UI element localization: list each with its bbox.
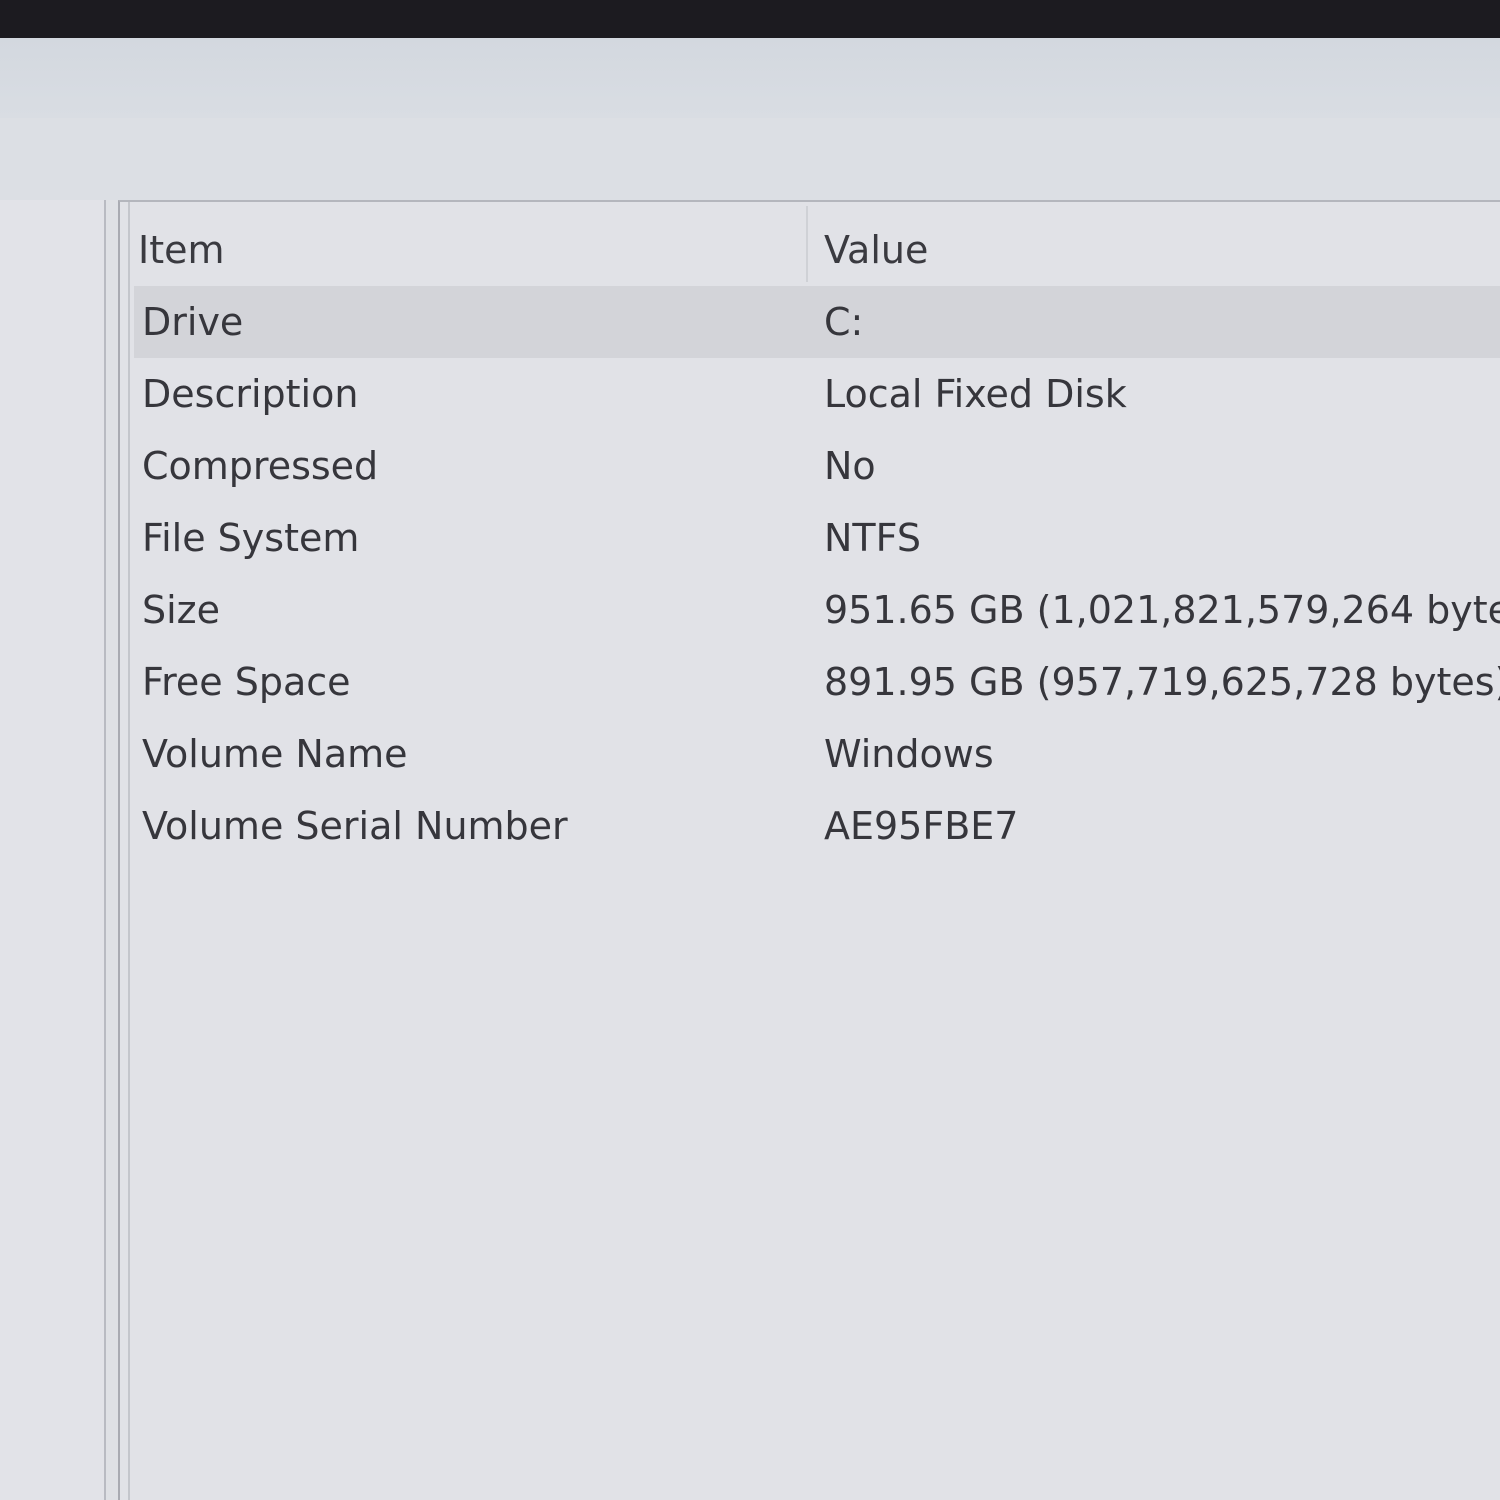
list-row-description[interactable]: Description Local Fixed Disk: [134, 358, 1500, 430]
row-item-label: Compressed: [142, 444, 379, 488]
row-item-label: Size: [142, 588, 221, 632]
pane-inner-border: [128, 202, 130, 1500]
list-row-file-system[interactable]: File System NTFS: [134, 502, 1500, 574]
column-header-item[interactable]: Item: [138, 228, 225, 272]
row-item-label: Volume Serial Number: [142, 804, 568, 848]
list-row-free-space[interactable]: Free Space 891.95 GB (957,719,625,728 by…: [134, 646, 1500, 718]
row-value: 891.95 GB (957,719,625,728 bytes): [824, 660, 1500, 704]
row-value: C:: [824, 300, 864, 344]
row-value: AE95FBE7: [824, 804, 1019, 848]
row-value: No: [824, 444, 876, 488]
row-item-label: Drive: [142, 300, 244, 344]
row-item-label: Free Space: [142, 660, 351, 704]
title-bar: [0, 38, 1500, 118]
list-row-volume-name[interactable]: Volume Name Windows: [134, 718, 1500, 790]
column-header-value[interactable]: Value: [824, 228, 928, 272]
row-item-label: File System: [142, 516, 360, 560]
details-list-view[interactable]: Item Value Drive C: Description Local Fi…: [118, 200, 1500, 1500]
toolbar-area: [0, 118, 1500, 200]
list-row-volume-serial-number[interactable]: Volume Serial Number AE95FBE7: [134, 790, 1500, 862]
column-divider[interactable]: [806, 206, 808, 282]
row-item-label: Volume Name: [142, 732, 408, 776]
row-value: 951.65 GB (1,021,821,579,264 byte: [824, 588, 1500, 632]
monitor-bezel: [0, 0, 1500, 38]
row-item-label: Description: [142, 372, 359, 416]
row-value: Local Fixed Disk: [824, 372, 1127, 416]
list-row-compressed[interactable]: Compressed No: [134, 430, 1500, 502]
list-header: Item Value: [120, 202, 1500, 286]
list-row-drive[interactable]: Drive C:: [134, 286, 1500, 358]
category-tree-pane[interactable]: [0, 200, 106, 1500]
row-value: NTFS: [824, 516, 921, 560]
row-value: Windows: [824, 732, 994, 776]
list-row-size[interactable]: Size 951.65 GB (1,021,821,579,264 byte: [134, 574, 1500, 646]
